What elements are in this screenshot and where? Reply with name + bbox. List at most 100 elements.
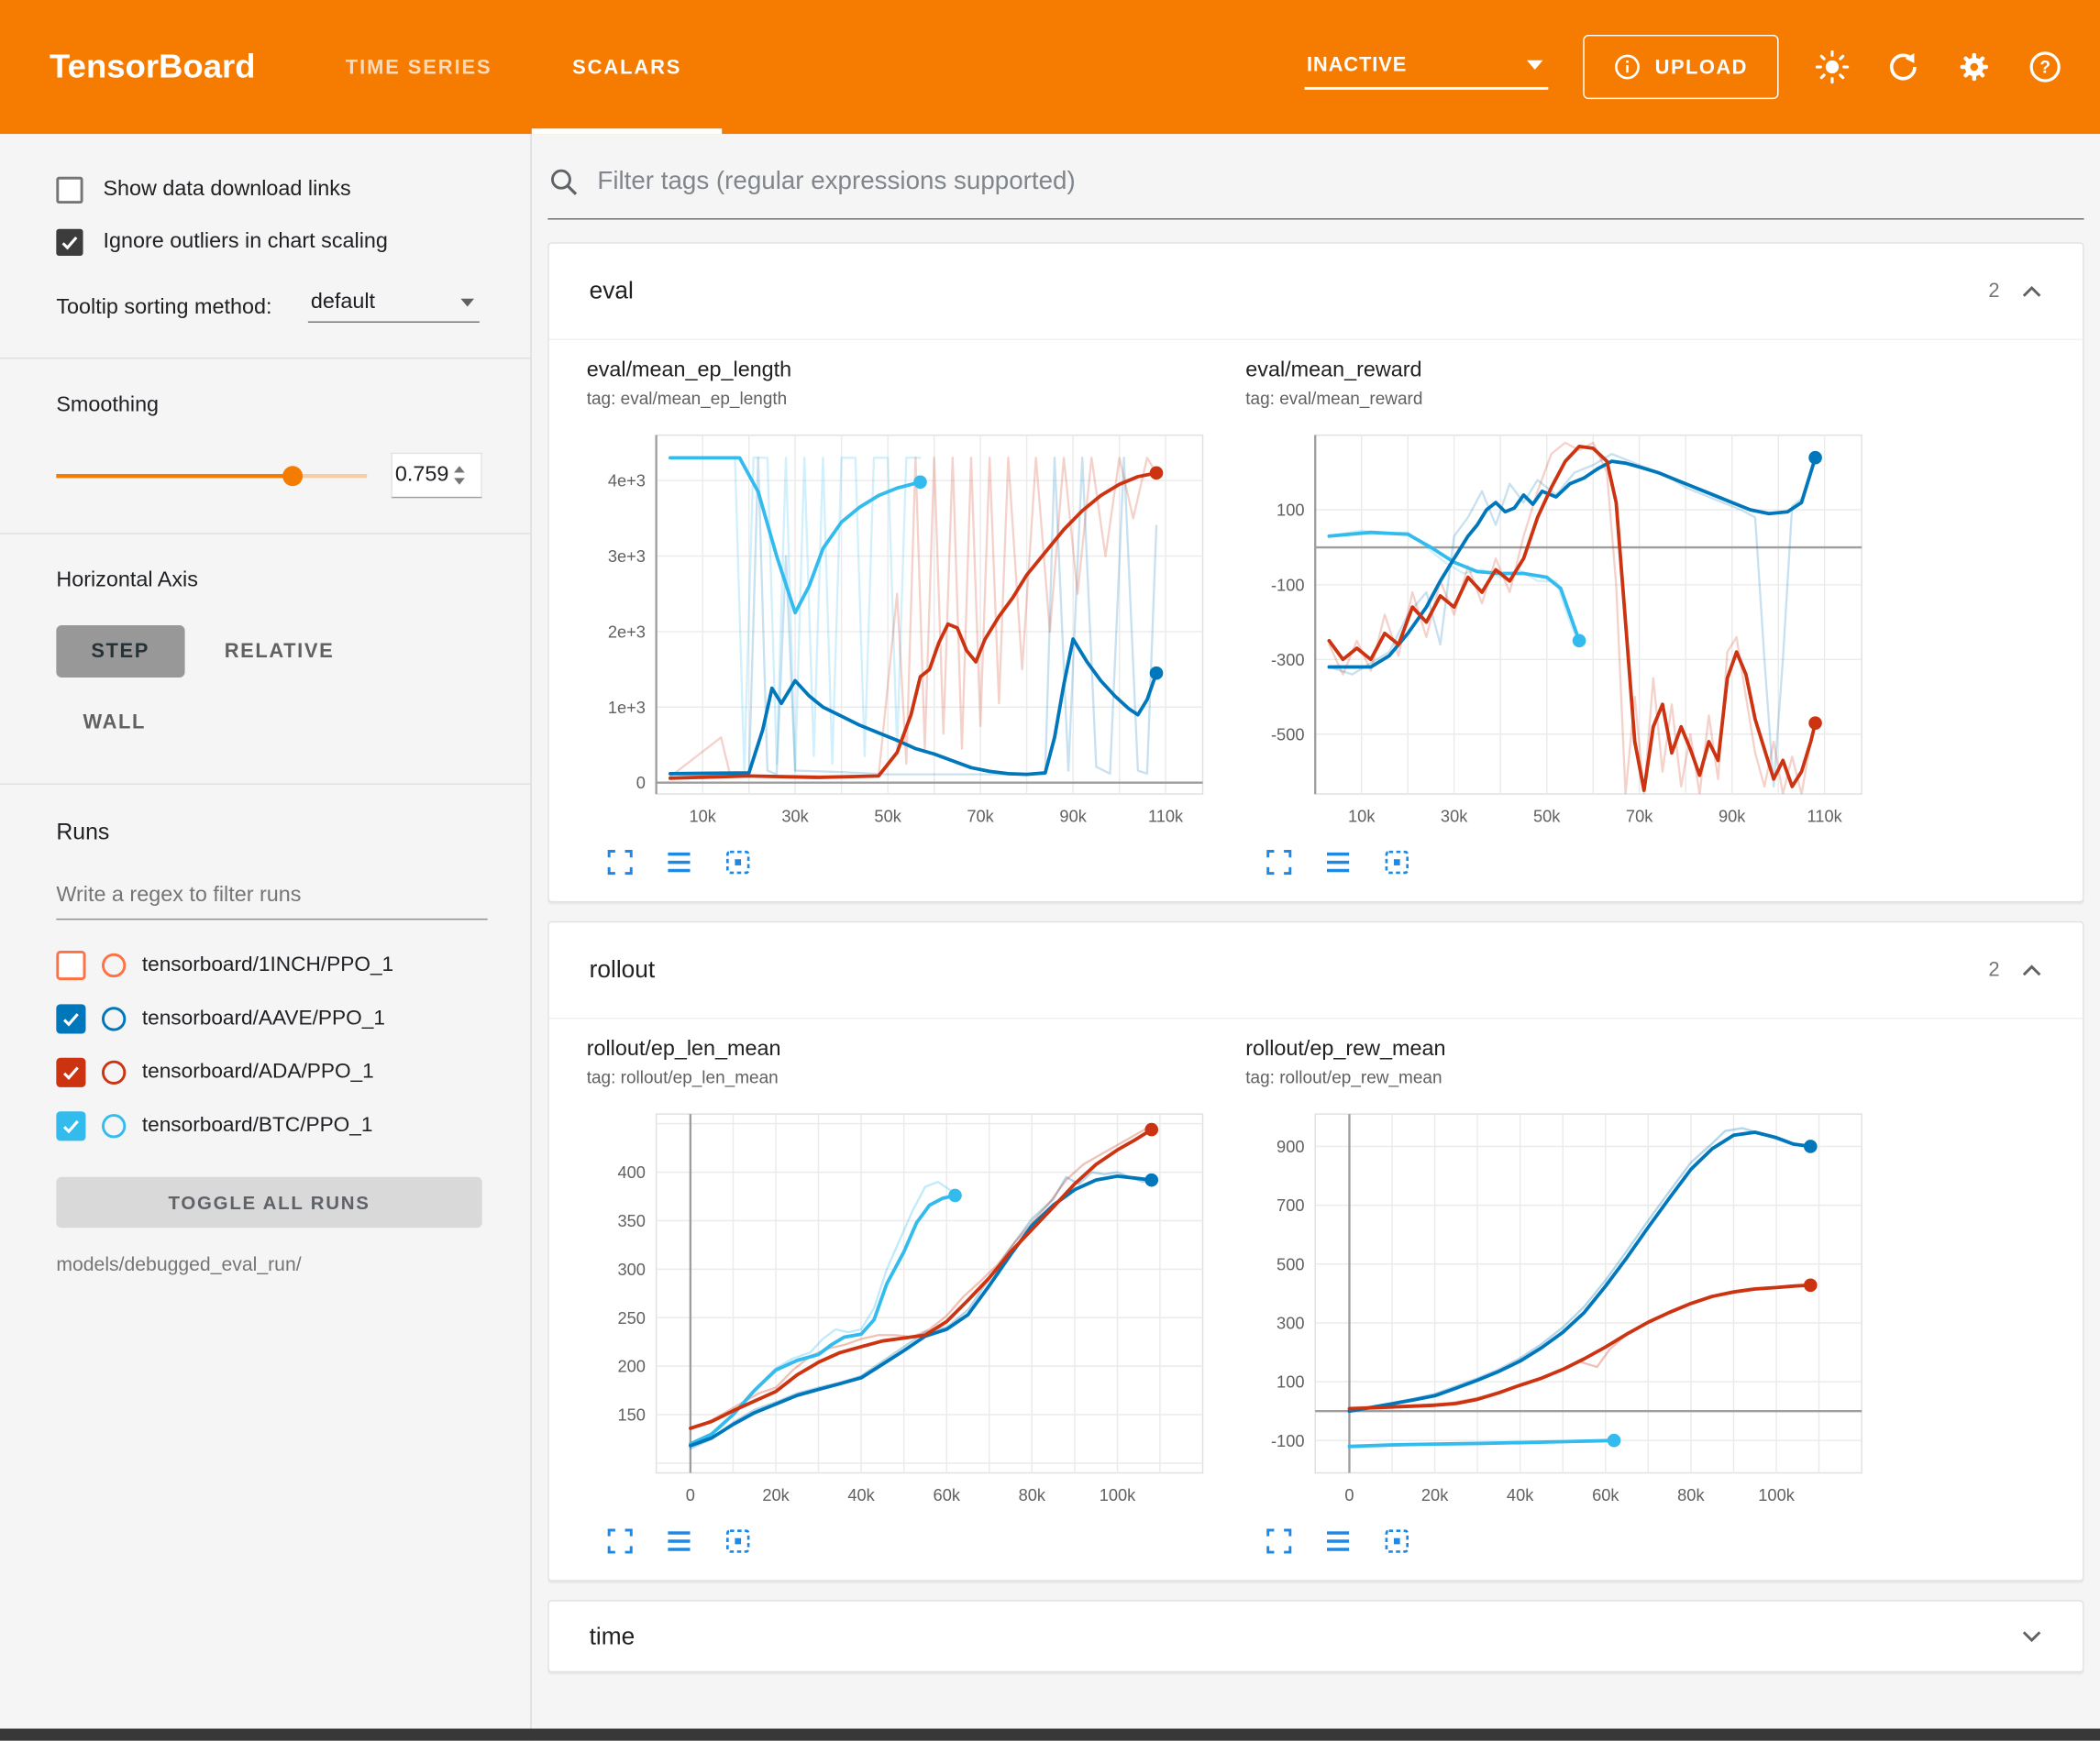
brightness-icon[interactable]	[1814, 49, 1850, 84]
ignore-outliers-checkbox[interactable]	[56, 229, 83, 256]
data-table-icon[interactable]	[664, 847, 693, 876]
chart-card-eval-mean-reward: eval/mean_reward tag: eval/mean_reward 1…	[1245, 358, 1905, 893]
help-icon[interactable]: ?	[2027, 49, 2062, 84]
chart-title: eval/mean_reward	[1245, 358, 1905, 382]
smoothing-label: Smoothing	[56, 393, 530, 417]
tab-time-series[interactable]: TIME SERIES	[305, 0, 532, 134]
section-title: eval	[590, 277, 634, 305]
data-table-icon[interactable]	[664, 1526, 693, 1556]
chart-card-rollout-ep-len-mean: rollout/ep_len_mean tag: rollout/ep_len_…	[587, 1038, 1246, 1572]
run-color-swatch[interactable]	[102, 1114, 126, 1138]
chart-tag: tag: rollout/ep_len_mean	[587, 1067, 1246, 1087]
app-header: TensorBoard TIME SERIES SCALARS INACTIVE…	[0, 0, 2100, 134]
toggle-all-runs-button[interactable]: TOGGLE ALL RUNS	[56, 1177, 481, 1228]
fit-domain-icon[interactable]	[1382, 1526, 1411, 1556]
chart-canvas[interactable]: 10k30k50k70k90k110k01e+32e+33e+34e+3	[587, 419, 1216, 837]
section-title: time	[590, 1622, 636, 1650]
run-checkbox[interactable]	[56, 951, 85, 980]
fullscreen-icon[interactable]	[605, 1526, 635, 1556]
runs-filter-input[interactable]	[56, 876, 487, 920]
ignore-outliers-label: Ignore outliers in chart scaling	[103, 230, 387, 254]
svg-text:300: 300	[1277, 1314, 1304, 1333]
show-download-checkbox[interactable]	[56, 177, 83, 204]
chevron-down-icon[interactable]	[2021, 1629, 2042, 1643]
run-path-label: models/debugged_eval_run/	[56, 1254, 530, 1275]
fullscreen-icon[interactable]	[1265, 847, 1294, 876]
horizontal-axis-options: STEP RELATIVE WALL	[56, 625, 431, 748]
upload-button[interactable]: UPLOAD	[1583, 35, 1779, 99]
status-dropdown[interactable]: INACTIVE	[1304, 45, 1548, 89]
chart-title: rollout/ep_rew_mean	[1245, 1038, 1905, 1062]
svg-text:500: 500	[1277, 1254, 1304, 1273]
svg-text:80k: 80k	[1677, 1485, 1705, 1504]
svg-text:0: 0	[686, 1485, 695, 1504]
svg-text:?: ?	[2039, 59, 2050, 78]
svg-text:100: 100	[1277, 501, 1304, 520]
run-checkbox[interactable]	[56, 1058, 85, 1087]
run-label: tensorboard/1INCH/PPO_1	[142, 953, 393, 977]
svg-text:200: 200	[618, 1357, 646, 1376]
run-color-swatch[interactable]	[102, 1061, 126, 1085]
show-download-links-row[interactable]: Show data download links	[56, 177, 530, 204]
refresh-icon[interactable]	[1884, 49, 1920, 84]
runs-heading: Runs	[56, 820, 530, 846]
svg-text:60k: 60k	[1592, 1485, 1619, 1504]
runs-list: tensorboard/1INCH/PPO_1 tensorboard/AAVE…	[56, 939, 530, 1153]
fullscreen-icon[interactable]	[1265, 1526, 1294, 1556]
chevron-down-icon	[460, 299, 474, 307]
tab-scalars[interactable]: SCALARS	[532, 0, 722, 134]
smoothing-value-input[interactable]	[395, 463, 454, 487]
chart-canvas[interactable]: 020k40k60k80k100k150200250300350400	[587, 1098, 1216, 1516]
tag-filter-row	[547, 166, 2083, 219]
svg-text:110k: 110k	[1807, 807, 1843, 826]
run-checkbox[interactable]	[56, 1111, 85, 1140]
svg-text:110k: 110k	[1148, 807, 1184, 826]
svg-text:1e+3: 1e+3	[608, 698, 646, 717]
chevron-up-icon[interactable]	[2021, 964, 2042, 977]
tooltip-sorting-label: Tooltip sorting method:	[56, 292, 286, 323]
fit-domain-icon[interactable]	[724, 847, 753, 876]
smoothing-slider[interactable]	[56, 465, 367, 486]
chart-title: eval/mean_ep_length	[587, 358, 1246, 382]
section-time-header[interactable]: time	[549, 1602, 2083, 1671]
run-color-swatch[interactable]	[102, 1007, 126, 1030]
svg-text:0: 0	[636, 773, 646, 792]
tensorboard-app: TensorBoard TIME SERIES SCALARS INACTIVE…	[0, 0, 2100, 1741]
data-table-icon[interactable]	[1323, 1526, 1353, 1556]
fit-domain-icon[interactable]	[724, 1526, 753, 1556]
tag-filter-input[interactable]	[597, 168, 2081, 197]
tooltip-sorting-select[interactable]: default	[308, 291, 480, 323]
run-row[interactable]: tensorboard/AAVE/PPO_1	[56, 992, 530, 1045]
svg-text:0: 0	[1344, 1485, 1354, 1504]
stepper-arrows-icon[interactable]	[454, 466, 465, 484]
svg-text:50k: 50k	[1533, 807, 1561, 826]
run-row[interactable]: tensorboard/BTC/PPO_1	[56, 1099, 530, 1152]
search-icon	[547, 166, 580, 198]
svg-text:40k: 40k	[847, 1485, 875, 1504]
chart-tag: tag: eval/mean_reward	[1245, 389, 1905, 409]
axis-wall-button[interactable]: WALL	[56, 696, 172, 748]
run-row[interactable]: tensorboard/ADA/PPO_1	[56, 1046, 530, 1099]
section-rollout-header[interactable]: rollout 2	[549, 922, 2083, 1019]
data-table-icon[interactable]	[1323, 847, 1353, 876]
run-color-swatch[interactable]	[102, 953, 126, 977]
svg-text:-100: -100	[1271, 1431, 1305, 1450]
run-row[interactable]: tensorboard/1INCH/PPO_1	[56, 939, 530, 992]
settings-gear-icon[interactable]	[1955, 49, 1991, 84]
svg-text:-300: -300	[1271, 650, 1305, 669]
smoothing-slider-knob[interactable]	[282, 466, 303, 486]
run-checkbox[interactable]	[56, 1004, 85, 1033]
section-eval-header[interactable]: eval 2	[549, 244, 2083, 340]
chevron-up-icon[interactable]	[2021, 284, 2042, 298]
fit-domain-icon[interactable]	[1382, 847, 1411, 876]
chart-canvas[interactable]: 10k30k50k70k90k110k100-100-300-500	[1245, 419, 1874, 837]
axis-relative-button[interactable]: RELATIVE	[198, 625, 361, 678]
ignore-outliers-row[interactable]: Ignore outliers in chart scaling	[56, 229, 530, 256]
run-label: tensorboard/ADA/PPO_1	[142, 1061, 374, 1085]
fullscreen-icon[interactable]	[605, 847, 635, 876]
chart-toolbar	[587, 837, 1246, 893]
chart-canvas[interactable]: 020k40k60k80k100k-100100300500700900	[1245, 1098, 1874, 1516]
svg-text:3e+3: 3e+3	[608, 546, 646, 566]
axis-step-button[interactable]: STEP	[56, 625, 184, 678]
svg-text:90k: 90k	[1719, 807, 1746, 826]
